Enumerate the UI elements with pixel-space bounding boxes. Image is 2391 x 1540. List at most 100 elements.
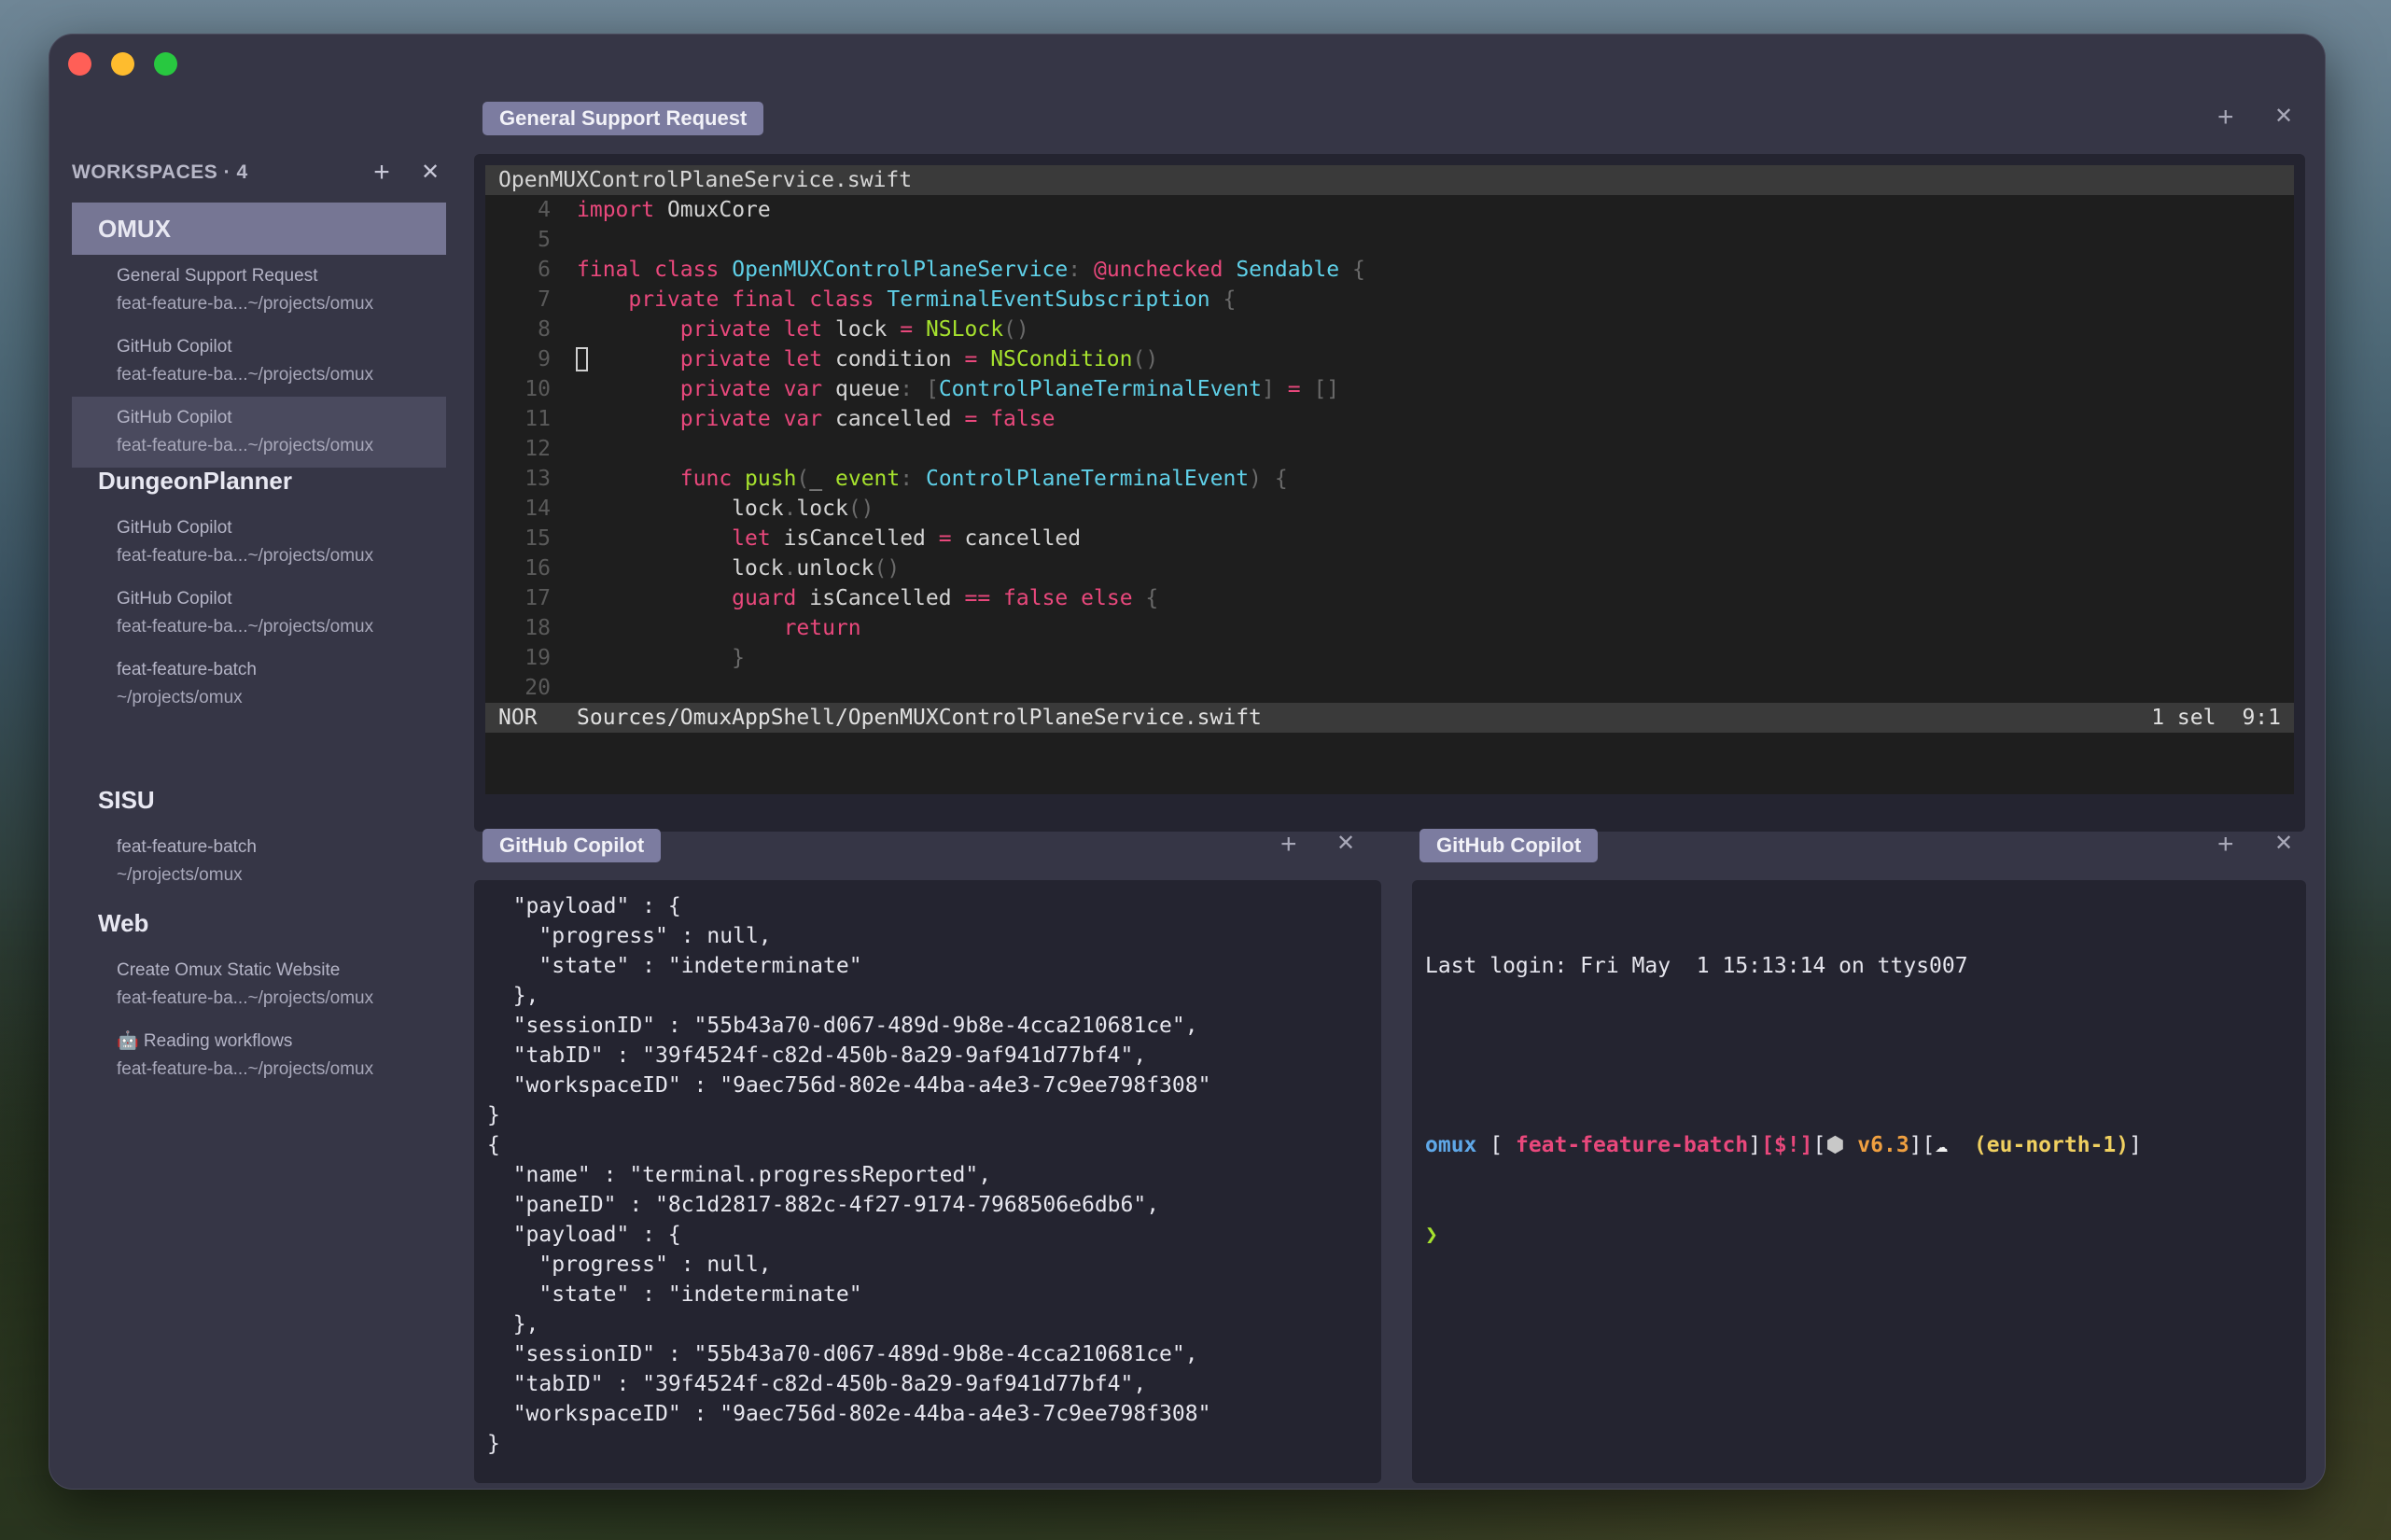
output-line: }	[487, 1432, 500, 1456]
workspace-tab[interactable]: General Support Request feat-feature-ba.…	[72, 255, 446, 326]
shell-prompt: omux [ feat-feature-batch][$!][⬢ v6.3][☁…	[1425, 1133, 2142, 1157]
code-line[interactable]: 14 lock.lock()	[485, 494, 2294, 524]
last-login-line: Last login: Fri May 1 15:13:14 on ttys00…	[1425, 954, 1968, 978]
zoom-window-button[interactable]	[154, 52, 177, 76]
code-line[interactable]: 6 final class OpenMUXControlPlaneService:…	[485, 255, 2294, 285]
output-line: "payload" : {	[487, 1223, 681, 1247]
code-line[interactable]: 13 func push(_ event: ControlPlaneTermin…	[485, 464, 2294, 494]
line-text: }	[732, 646, 746, 670]
code-line[interactable]: 12	[485, 434, 2294, 464]
code-line[interactable]: 8 private let lock = NSLock()	[485, 315, 2294, 344]
line-number: 6	[538, 258, 551, 282]
close-pane-icon[interactable]: ✕	[2274, 833, 2293, 855]
workspace-name[interactable]: SISU	[72, 774, 446, 826]
tab-subtitle: feat-feature-ba...~/projects/omux	[117, 546, 374, 566]
editor-selection-count: 1 sel	[2151, 706, 2216, 730]
add-pane-icon[interactable]: +	[1280, 831, 1297, 859]
code-line[interactable]: 17 guard isCancelled == false else {	[485, 583, 2294, 613]
editor-filename: OpenMUXControlPlaneService.swift	[485, 165, 2294, 195]
pane-title[interactable]: General Support Request	[482, 102, 764, 135]
close-window-button[interactable]	[68, 52, 91, 76]
terminal-shell: Last login: Fri May 1 15:13:14 on ttys00…	[1412, 880, 2306, 1483]
workspace-omux: OMUX General Support Request feat-featur…	[72, 203, 446, 468]
workspace-tab[interactable]: GitHub Copilot feat-feature-ba...~/proje…	[72, 507, 446, 578]
output-line: "sessionID" : "55b43a70-d067-489d-9b8e-4…	[487, 1014, 1198, 1038]
pane-title[interactable]: GitHub Copilot	[482, 829, 662, 862]
minimize-window-button[interactable]	[111, 52, 134, 76]
workspace-name[interactable]: Web	[72, 897, 446, 949]
tab-title: Create Omux Static Website	[117, 960, 341, 980]
terminal-pane-left[interactable]: "payload" : { "progress" : null, "state"…	[474, 880, 1381, 1483]
tab-subtitle: ~/projects/omux	[117, 688, 243, 707]
output-line: "payload" : {	[487, 894, 681, 918]
tab-subtitle: ~/projects/omux	[117, 865, 243, 885]
code-line[interactable]: 18 return	[485, 613, 2294, 643]
add-pane-icon[interactable]: +	[2217, 104, 2234, 132]
code-editor[interactable]: OpenMUXControlPlaneService.swift 4 import…	[485, 165, 2294, 794]
editor-cursor	[576, 347, 588, 371]
line-text: return	[783, 616, 861, 640]
workspace-dungeonplanner: DungeonPlanner GitHub Copilot feat-featu…	[72, 455, 446, 720]
line-text: let isCancelled = cancelled	[732, 526, 1082, 551]
code-line[interactable]: 19 }	[485, 643, 2294, 673]
code-line[interactable]: 15 let isCancelled = cancelled	[485, 524, 2294, 553]
close-sidebar-icon[interactable]: ✕	[406, 161, 454, 184]
output-line: "progress" : null,	[487, 1253, 772, 1277]
tab-title: feat-feature-batch	[117, 660, 257, 679]
line-text: guard isCancelled == false else {	[732, 586, 1159, 610]
node-icon: ⬢	[1825, 1133, 1845, 1157]
code-line[interactable]: 20	[485, 673, 2294, 703]
code-line[interactable]: 4 import OmuxCore	[485, 195, 2294, 225]
app-window: WORKSPACES · 4 + ✕ OMUX General Support …	[49, 34, 2326, 1490]
workspace-sisu: SISU feat-feature-batch ~/projects/omux	[72, 774, 446, 897]
line-text: private var cancelled = false	[679, 407, 1056, 431]
workspace-sidebar: WORKSPACES · 4 + ✕ OMUX General Support …	[49, 109, 460, 1489]
line-number: 16	[524, 556, 551, 581]
code-line[interactable]: 7 private final class TerminalEventSubsc…	[485, 285, 2294, 315]
close-pane-icon[interactable]: ✕	[2274, 105, 2293, 128]
output-line: "tabID" : "39f4524f-c82d-450b-8a29-9af94…	[487, 1372, 1147, 1396]
add-pane-icon[interactable]: +	[2217, 831, 2234, 859]
line-number: 5	[538, 228, 551, 252]
output-line: },	[487, 1312, 539, 1337]
line-number: 7	[538, 287, 551, 312]
pane-title[interactable]: GitHub Copilot	[1419, 829, 1599, 862]
tab-title: 🤖 Reading workflows	[117, 1031, 293, 1051]
terminal-pane-right[interactable]: Last login: Fri May 1 15:13:14 on ttys00…	[1412, 880, 2306, 1483]
code-line[interactable]: 10 private var queue: [ControlPlaneTermi…	[485, 374, 2294, 404]
tab-subtitle: feat-feature-ba...~/projects/omux	[117, 294, 374, 314]
workspace-tab[interactable]: feat-feature-batch ~/projects/omux	[72, 826, 446, 897]
code-area[interactable]: 4 import OmuxCore 5 6 final class OpenMUXCon…	[485, 195, 2294, 703]
workspace-tab[interactable]: Create Omux Static Website feat-feature-…	[72, 949, 446, 1020]
code-line[interactable]: 9 private let condition = NSCondition()	[485, 344, 2294, 374]
line-number: 13	[524, 467, 551, 491]
tab-title: General Support Request	[117, 266, 318, 286]
close-pane-icon[interactable]: ✕	[1336, 833, 1355, 855]
workspace-name[interactable]: OMUX	[72, 203, 446, 255]
workspace-tab[interactable]: GitHub Copilot feat-feature-ba...~/proje…	[72, 578, 446, 649]
workspace-tab[interactable]: feat-feature-batch ~/projects/omux	[72, 649, 446, 720]
workspace-name[interactable]: DungeonPlanner	[72, 455, 446, 507]
tab-title: GitHub Copilot	[117, 337, 232, 357]
line-text: lock.lock()	[732, 497, 874, 521]
workspace-tab[interactable]: GitHub Copilot feat-feature-ba...~/proje…	[72, 326, 446, 397]
output-line: "progress" : null,	[487, 924, 772, 948]
code-line[interactable]: 11 private var cancelled = false	[485, 404, 2294, 434]
line-text: private final class TerminalEventSubscri…	[628, 287, 1237, 312]
left-pane-header: GitHub Copilot	[482, 827, 662, 864]
editor-file-path: Sources/OmuxAppShell/OpenMUXControlPlane…	[577, 706, 1262, 730]
output-line: "tabID" : "39f4524f-c82d-450b-8a29-9af94…	[487, 1043, 1147, 1068]
workspace-tab[interactable]: 🤖 Reading workflows feat-feature-ba...~/…	[72, 1020, 446, 1091]
code-line[interactable]: 5	[485, 225, 2294, 255]
line-number: 19	[524, 646, 551, 670]
code-line[interactable]: 16 lock.unlock()	[485, 553, 2294, 583]
right-pane-header: GitHub Copilot	[1419, 827, 1599, 864]
add-workspace-icon[interactable]: +	[357, 159, 406, 187]
line-text: import OmuxCore	[577, 198, 771, 222]
editor-pane: OpenMUXControlPlaneService.swift 4 import…	[474, 154, 2305, 832]
line-number: 18	[524, 616, 551, 640]
prompt-dir: omux	[1425, 1133, 1477, 1157]
line-number: 17	[524, 586, 551, 610]
tab-title: GitHub Copilot	[117, 518, 232, 538]
prompt-symbol: ❯	[1425, 1223, 1438, 1247]
